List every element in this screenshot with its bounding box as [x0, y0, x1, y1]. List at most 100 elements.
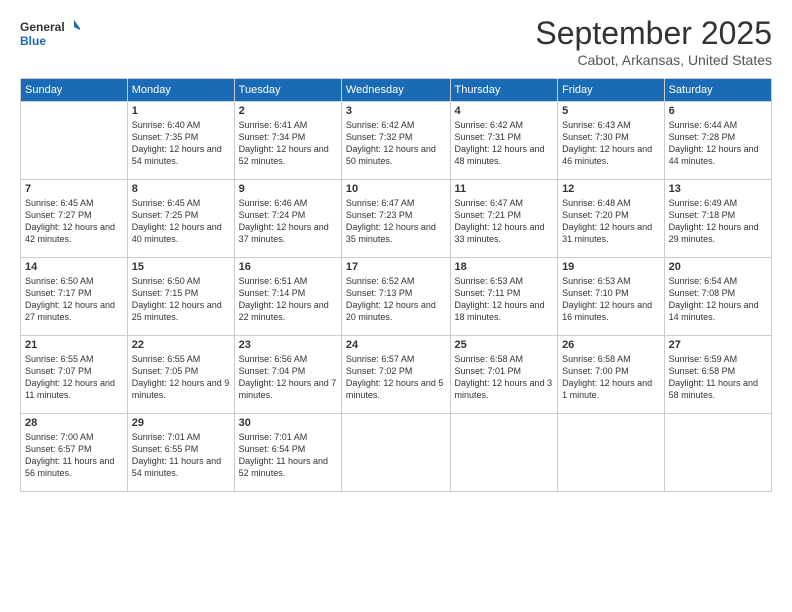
calendar-cell: 1 Sunrise: 6:40 AMSunset: 7:35 PMDayligh… — [127, 102, 234, 180]
cell-content: Sunrise: 6:40 AMSunset: 7:35 PMDaylight:… — [132, 120, 222, 166]
calendar-cell: 9 Sunrise: 6:46 AMSunset: 7:24 PMDayligh… — [234, 180, 341, 258]
cell-content: Sunrise: 6:59 AMSunset: 6:58 PMDaylight:… — [669, 354, 758, 400]
calendar-cell: 29 Sunrise: 7:01 AMSunset: 6:55 PMDaylig… — [127, 414, 234, 492]
calendar-cell: 16 Sunrise: 6:51 AMSunset: 7:14 PMDaylig… — [234, 258, 341, 336]
day-number: 5 — [562, 105, 660, 117]
col-friday: Friday — [558, 79, 665, 102]
calendar-cell — [664, 414, 771, 492]
cell-content: Sunrise: 6:50 AMSunset: 7:15 PMDaylight:… — [132, 276, 222, 322]
day-number: 12 — [562, 183, 660, 195]
col-monday: Monday — [127, 79, 234, 102]
page: General Blue September 2025 Cabot, Arkan… — [0, 0, 792, 612]
calendar-cell: 10 Sunrise: 6:47 AMSunset: 7:23 PMDaylig… — [341, 180, 450, 258]
calendar-cell — [341, 414, 450, 492]
calendar-cell: 21 Sunrise: 6:55 AMSunset: 7:07 PMDaylig… — [21, 336, 128, 414]
svg-text:General: General — [20, 20, 65, 34]
calendar-cell — [21, 102, 128, 180]
calendar-cell: 25 Sunrise: 6:58 AMSunset: 7:01 PMDaylig… — [450, 336, 558, 414]
day-number: 23 — [239, 339, 337, 351]
calendar-cell: 27 Sunrise: 6:59 AMSunset: 6:58 PMDaylig… — [664, 336, 771, 414]
calendar-cell: 4 Sunrise: 6:42 AMSunset: 7:31 PMDayligh… — [450, 102, 558, 180]
cell-content: Sunrise: 6:44 AMSunset: 7:28 PMDaylight:… — [669, 120, 759, 166]
calendar-cell: 13 Sunrise: 6:49 AMSunset: 7:18 PMDaylig… — [664, 180, 771, 258]
day-number: 26 — [562, 339, 660, 351]
logo-svg: General Blue — [20, 15, 80, 55]
day-number: 7 — [25, 183, 123, 195]
calendar-cell — [450, 414, 558, 492]
cell-content: Sunrise: 6:53 AMSunset: 7:10 PMDaylight:… — [562, 276, 652, 322]
day-number: 11 — [455, 183, 554, 195]
calendar-cell: 14 Sunrise: 6:50 AMSunset: 7:17 PMDaylig… — [21, 258, 128, 336]
cell-content: Sunrise: 6:48 AMSunset: 7:20 PMDaylight:… — [562, 198, 652, 244]
cell-content: Sunrise: 6:49 AMSunset: 7:18 PMDaylight:… — [669, 198, 759, 244]
cell-content: Sunrise: 6:58 AMSunset: 7:01 PMDaylight:… — [455, 354, 553, 400]
cell-content: Sunrise: 6:52 AMSunset: 7:13 PMDaylight:… — [346, 276, 436, 322]
col-saturday: Saturday — [664, 79, 771, 102]
location-subtitle: Cabot, Arkansas, United States — [535, 52, 772, 68]
calendar-cell: 18 Sunrise: 6:53 AMSunset: 7:11 PMDaylig… — [450, 258, 558, 336]
day-number: 9 — [239, 183, 337, 195]
calendar-cell: 3 Sunrise: 6:42 AMSunset: 7:32 PMDayligh… — [341, 102, 450, 180]
day-number: 21 — [25, 339, 123, 351]
calendar-week-row: 1 Sunrise: 6:40 AMSunset: 7:35 PMDayligh… — [21, 102, 772, 180]
cell-content: Sunrise: 6:51 AMSunset: 7:14 PMDaylight:… — [239, 276, 329, 322]
title-block: September 2025 Cabot, Arkansas, United S… — [535, 15, 772, 68]
calendar-cell: 5 Sunrise: 6:43 AMSunset: 7:30 PMDayligh… — [558, 102, 665, 180]
cell-content: Sunrise: 6:55 AMSunset: 7:05 PMDaylight:… — [132, 354, 230, 400]
cell-content: Sunrise: 6:45 AMSunset: 7:27 PMDaylight:… — [25, 198, 115, 244]
cell-content: Sunrise: 6:46 AMSunset: 7:24 PMDaylight:… — [239, 198, 329, 244]
calendar-cell — [558, 414, 665, 492]
cell-content: Sunrise: 7:01 AMSunset: 6:54 PMDaylight:… — [239, 432, 328, 478]
calendar-week-row: 28 Sunrise: 7:00 AMSunset: 6:57 PMDaylig… — [21, 414, 772, 492]
day-number: 4 — [455, 105, 554, 117]
day-number: 30 — [239, 417, 337, 429]
calendar-cell: 7 Sunrise: 6:45 AMSunset: 7:27 PMDayligh… — [21, 180, 128, 258]
cell-content: Sunrise: 6:56 AMSunset: 7:04 PMDaylight:… — [239, 354, 337, 400]
day-number: 17 — [346, 261, 446, 273]
day-number: 10 — [346, 183, 446, 195]
cell-content: Sunrise: 6:53 AMSunset: 7:11 PMDaylight:… — [455, 276, 545, 322]
calendar-header-row: Sunday Monday Tuesday Wednesday Thursday… — [21, 79, 772, 102]
cell-content: Sunrise: 6:42 AMSunset: 7:32 PMDaylight:… — [346, 120, 436, 166]
day-number: 1 — [132, 105, 230, 117]
cell-content: Sunrise: 7:01 AMSunset: 6:55 PMDaylight:… — [132, 432, 221, 478]
calendar-week-row: 7 Sunrise: 6:45 AMSunset: 7:27 PMDayligh… — [21, 180, 772, 258]
day-number: 6 — [669, 105, 767, 117]
calendar-cell: 6 Sunrise: 6:44 AMSunset: 7:28 PMDayligh… — [664, 102, 771, 180]
header: General Blue September 2025 Cabot, Arkan… — [20, 15, 772, 68]
calendar-cell: 26 Sunrise: 6:58 AMSunset: 7:00 PMDaylig… — [558, 336, 665, 414]
cell-content: Sunrise: 6:41 AMSunset: 7:34 PMDaylight:… — [239, 120, 329, 166]
cell-content: Sunrise: 6:42 AMSunset: 7:31 PMDaylight:… — [455, 120, 545, 166]
calendar-table: Sunday Monday Tuesday Wednesday Thursday… — [20, 78, 772, 492]
calendar-cell: 30 Sunrise: 7:01 AMSunset: 6:54 PMDaylig… — [234, 414, 341, 492]
day-number: 20 — [669, 261, 767, 273]
calendar-body: 1 Sunrise: 6:40 AMSunset: 7:35 PMDayligh… — [21, 102, 772, 492]
calendar-cell: 24 Sunrise: 6:57 AMSunset: 7:02 PMDaylig… — [341, 336, 450, 414]
logo: General Blue — [20, 15, 80, 55]
day-number: 25 — [455, 339, 554, 351]
cell-content: Sunrise: 6:50 AMSunset: 7:17 PMDaylight:… — [25, 276, 115, 322]
day-number: 8 — [132, 183, 230, 195]
calendar-cell: 15 Sunrise: 6:50 AMSunset: 7:15 PMDaylig… — [127, 258, 234, 336]
calendar-cell: 17 Sunrise: 6:52 AMSunset: 7:13 PMDaylig… — [341, 258, 450, 336]
cell-content: Sunrise: 6:47 AMSunset: 7:21 PMDaylight:… — [455, 198, 545, 244]
cell-content: Sunrise: 6:43 AMSunset: 7:30 PMDaylight:… — [562, 120, 652, 166]
calendar-week-row: 14 Sunrise: 6:50 AMSunset: 7:17 PMDaylig… — [21, 258, 772, 336]
calendar-cell: 19 Sunrise: 6:53 AMSunset: 7:10 PMDaylig… — [558, 258, 665, 336]
calendar-cell: 8 Sunrise: 6:45 AMSunset: 7:25 PMDayligh… — [127, 180, 234, 258]
day-number: 27 — [669, 339, 767, 351]
calendar-cell: 2 Sunrise: 6:41 AMSunset: 7:34 PMDayligh… — [234, 102, 341, 180]
day-number: 22 — [132, 339, 230, 351]
day-number: 29 — [132, 417, 230, 429]
col-wednesday: Wednesday — [341, 79, 450, 102]
cell-content: Sunrise: 6:58 AMSunset: 7:00 PMDaylight:… — [562, 354, 652, 400]
col-sunday: Sunday — [21, 79, 128, 102]
cell-content: Sunrise: 6:54 AMSunset: 7:08 PMDaylight:… — [669, 276, 759, 322]
col-tuesday: Tuesday — [234, 79, 341, 102]
day-number: 3 — [346, 105, 446, 117]
calendar-week-row: 21 Sunrise: 6:55 AMSunset: 7:07 PMDaylig… — [21, 336, 772, 414]
calendar-cell: 28 Sunrise: 7:00 AMSunset: 6:57 PMDaylig… — [21, 414, 128, 492]
day-number: 13 — [669, 183, 767, 195]
calendar-cell: 22 Sunrise: 6:55 AMSunset: 7:05 PMDaylig… — [127, 336, 234, 414]
month-title: September 2025 — [535, 15, 772, 52]
